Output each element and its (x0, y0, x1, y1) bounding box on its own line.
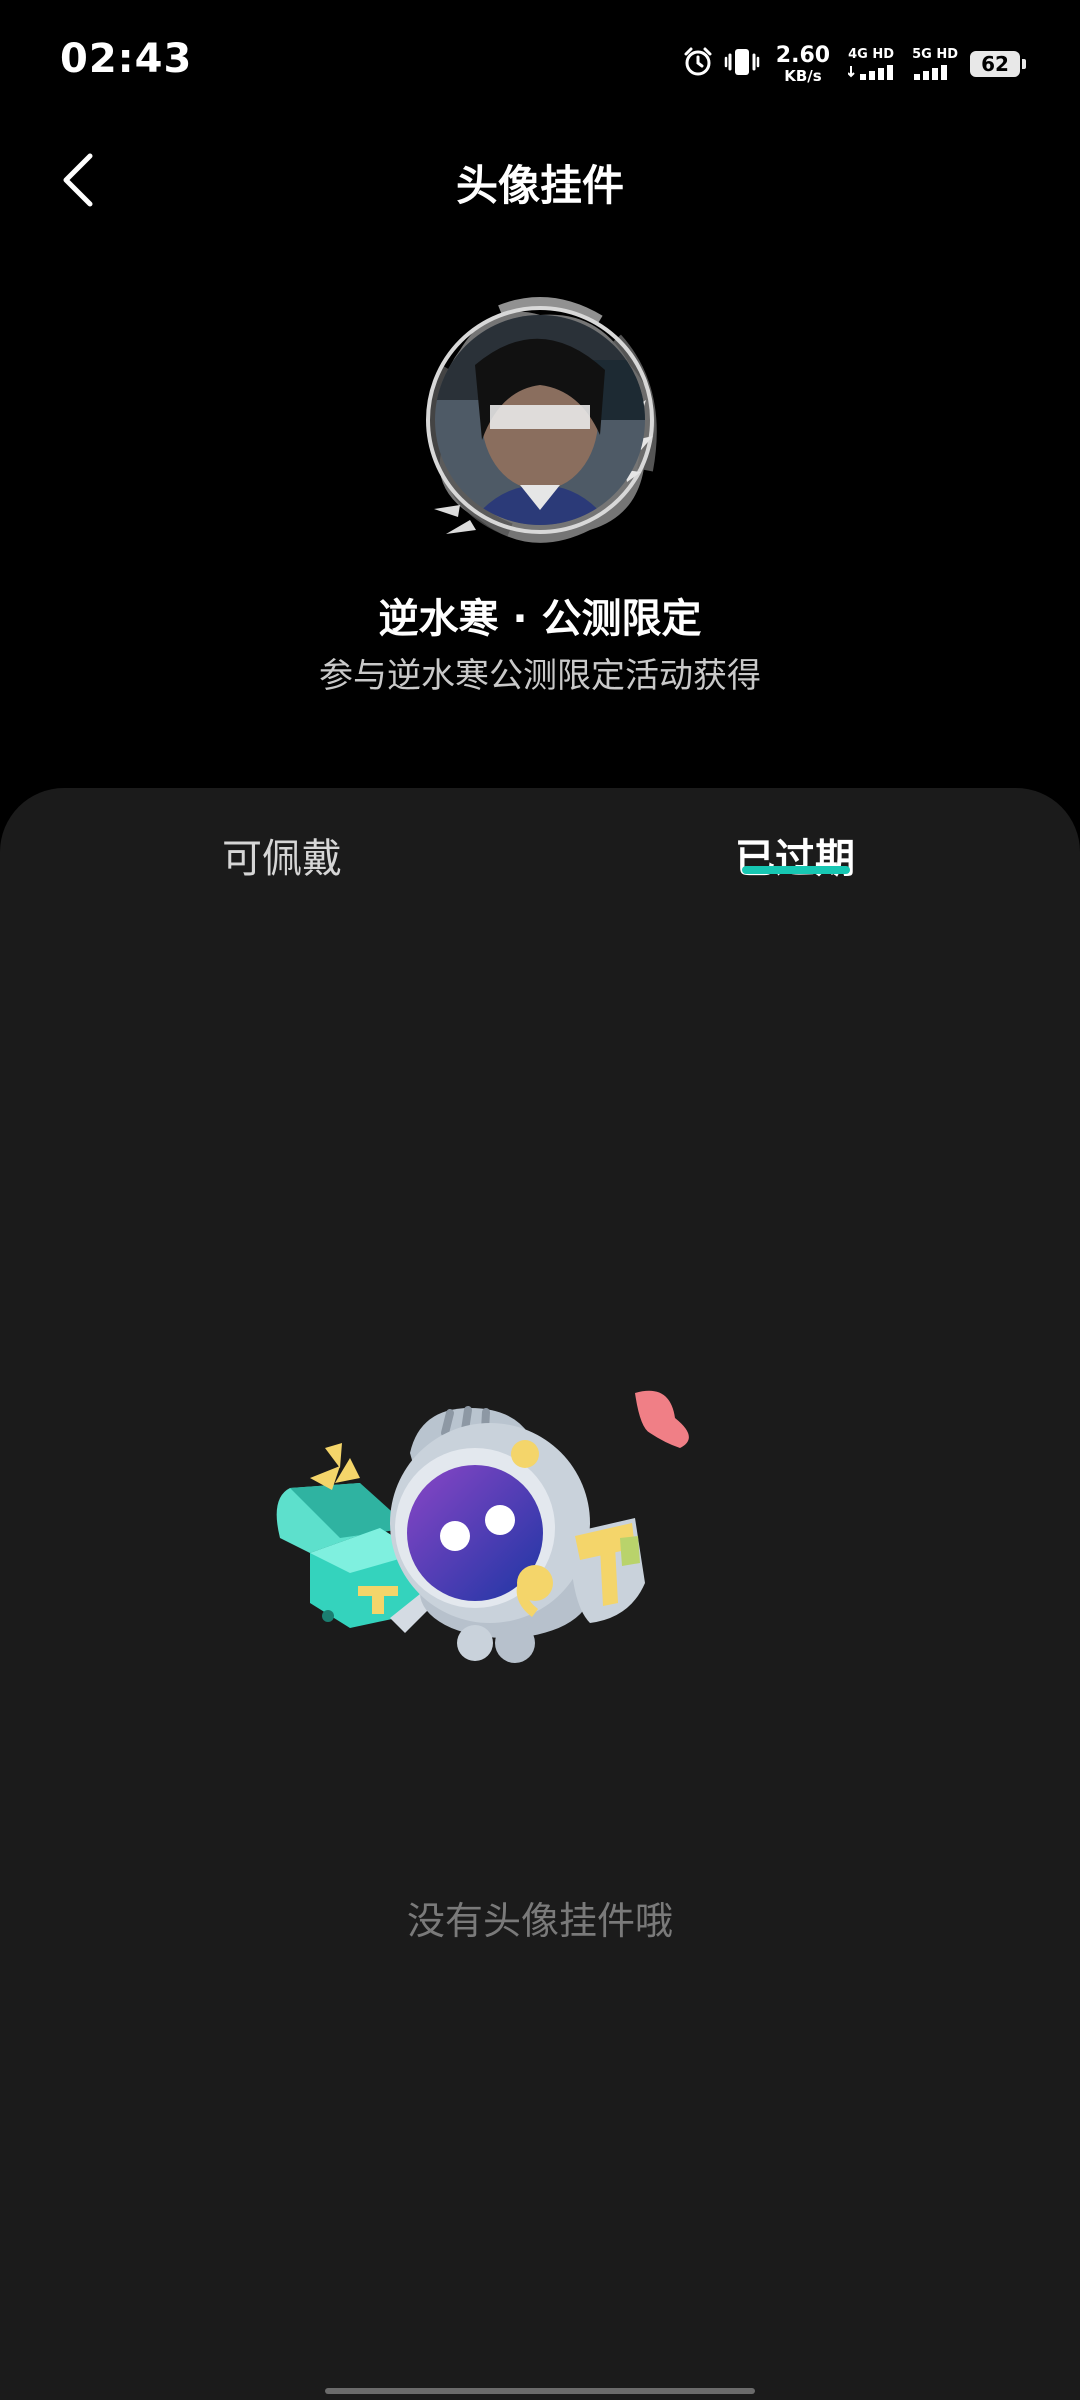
pendant-description: 参与逆水寒公测限定活动获得 (319, 656, 761, 696)
empty-state-illustration (270, 1388, 810, 1688)
sim2-label: 5G HD (912, 47, 958, 62)
status-time: 02:43 (60, 36, 193, 82)
sim2-signal: 5G HD (912, 48, 958, 80)
status-bar: 02:43 2.60 KB/s 4G HD 5G HD 62 (0, 0, 1080, 120)
tab-expired[interactable]: 已过期 (735, 826, 855, 884)
avatar-with-pendant (390, 270, 690, 570)
signal-icon (914, 65, 948, 80)
vibrate-icon (724, 46, 760, 82)
pendant-name: 逆水寒 · 公测限定 (378, 596, 702, 642)
home-indicator[interactable] (325, 2388, 755, 2394)
battery-icon: 62 (970, 51, 1026, 77)
empty-state-text: 没有头像挂件哦 (406, 1899, 673, 1943)
network-speed-value: 2.60 (775, 42, 831, 68)
signal-icon (848, 65, 894, 80)
page-title: 头像挂件 (455, 161, 624, 210)
pendant-list-panel: 可佩戴 已过期 没有头像挂件哦 (0, 788, 1080, 2400)
battery-level: 62 (981, 52, 1009, 76)
nav-bar: 头像挂件 (0, 130, 1080, 230)
tab-selected-indicator (742, 866, 850, 874)
network-speed-unit: KB/s (784, 66, 822, 85)
network-speed: 2.60 KB/s (775, 42, 831, 85)
sim1-signal: 4G HD (848, 48, 898, 80)
sim1-label: 4G HD (848, 47, 894, 62)
status-icons: 2.60 KB/s 4G HD 5G HD 62 (682, 42, 1026, 85)
alarm-icon (682, 46, 714, 82)
tab-wearable[interactable]: 可佩戴 (222, 826, 342, 884)
